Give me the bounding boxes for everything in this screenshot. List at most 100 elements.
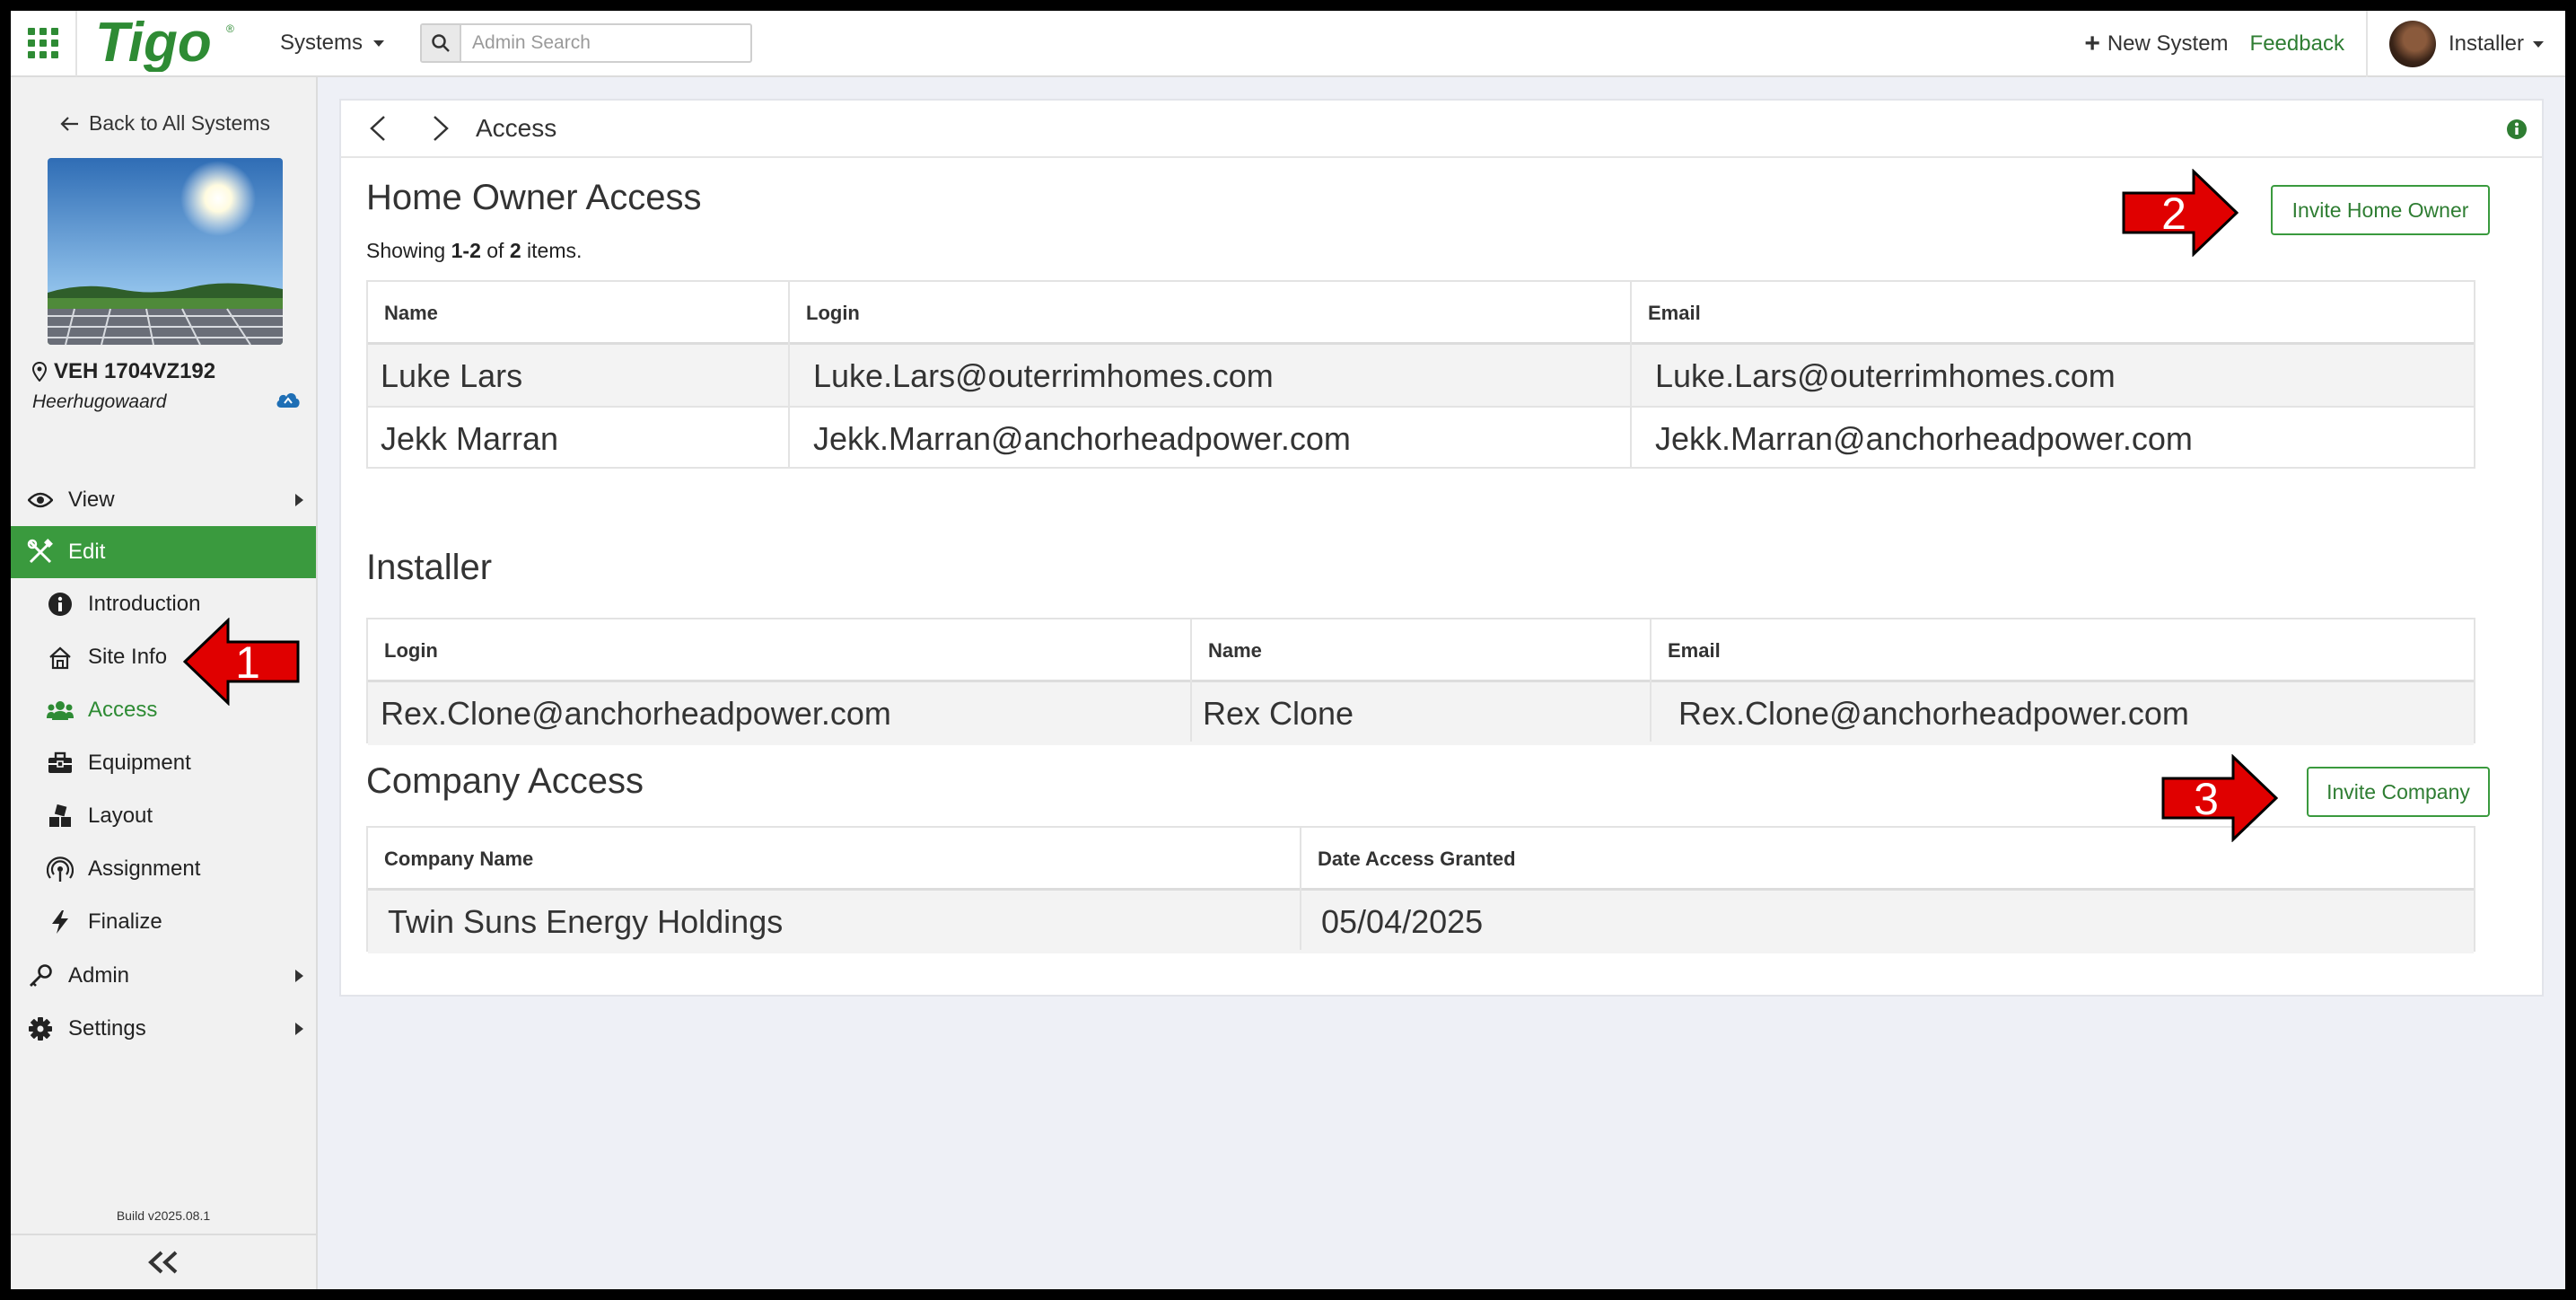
table-header: Company Name Date Access Granted: [368, 828, 2474, 891]
site-name-text: VEH 1704VZ192: [54, 359, 216, 383]
cell-login: Rex.Clone@anchorheadpower.com: [381, 695, 891, 732]
sidebar-item-label: Edit: [68, 540, 106, 564]
annotation-arrow-3: 3: [2161, 754, 2278, 842]
back-arrow-icon[interactable]: [364, 115, 391, 142]
showing-summary: Showing 1-2 of 2 items.: [366, 239, 582, 263]
sidebar-item-layout[interactable]: Layout: [11, 790, 316, 842]
sidebar-item-view[interactable]: View: [11, 474, 316, 526]
site-thumbnail: [48, 158, 283, 345]
column-header-name[interactable]: Name: [368, 282, 438, 345]
sidebar-item-settings[interactable]: Settings: [11, 1003, 316, 1055]
collapse-sidebar-button[interactable]: [11, 1234, 316, 1289]
tigo-logo[interactable]: Tigo ®: [92, 11, 244, 76]
cell-name: Jekk Marran: [381, 420, 559, 457]
column-header-company-name[interactable]: Company Name: [368, 828, 533, 891]
cell-login: Jekk.Marran@anchorheadpower.com: [813, 420, 1351, 457]
annotation-number: 2: [2161, 189, 2186, 239]
annotation-arrow-2: 2: [2122, 169, 2239, 257]
users-icon: [45, 695, 75, 725]
column-divider: [1630, 282, 1632, 467]
new-system-button[interactable]: + New System: [2084, 31, 2228, 57]
table-row[interactable]: Twin Suns Energy Holdings 05/04/2025: [368, 891, 2474, 953]
annotation-number: 3: [2194, 774, 2219, 824]
avatar: [2388, 21, 2436, 67]
chevron-right-icon: [295, 1023, 303, 1035]
svg-text:®: ®: [226, 22, 234, 35]
table-row[interactable]: Rex.Clone@anchorheadpower.com Rex Clone …: [368, 682, 2474, 745]
signal-icon: [45, 854, 75, 884]
new-system-label: New System: [2107, 31, 2229, 56]
sidebar-item-label: Site Info: [88, 645, 168, 669]
build-version: Build v2025.08.1: [116, 1208, 211, 1223]
cell-email: Luke.Lars@outerrimhomes.com: [1655, 357, 2116, 394]
back-label: Back to All Systems: [89, 111, 270, 135]
toolbox-icon: [45, 748, 75, 778]
search-icon[interactable]: [422, 25, 462, 61]
column-header-email[interactable]: Email: [1652, 619, 1721, 682]
table-row[interactable]: Jekk Marran Jekk.Marran@anchorheadpower.…: [368, 408, 2474, 470]
user-name: Installer: [2448, 31, 2524, 56]
column-header-login[interactable]: Login: [790, 282, 860, 345]
cell-date-granted: 05/04/2025: [1321, 903, 1484, 940]
column-divider: [788, 282, 790, 467]
sidebar-item-assignment[interactable]: Assignment: [11, 843, 316, 895]
cell-name: Luke Lars: [381, 357, 523, 394]
company-table: Company Name Date Access Granted Twin Su…: [366, 826, 2475, 953]
site-name: VEH 1704VZ192: [32, 359, 215, 384]
sidebar-item-equipment[interactable]: Equipment: [11, 737, 316, 789]
user-menu[interactable]: Installer: [2365, 11, 2565, 77]
systems-label: Systems: [280, 31, 364, 55]
cell-company-name: Twin Suns Energy Holdings: [388, 903, 784, 940]
panel-header: Access: [341, 101, 2542, 158]
column-divider: [1650, 619, 1652, 742]
sidebar-item-label: View: [68, 488, 115, 512]
arrow-left-icon: [60, 116, 78, 131]
table-header: Name Login Email: [368, 282, 2474, 345]
sidebar-item-admin[interactable]: Admin: [11, 950, 316, 1002]
info-circle-icon: [45, 589, 75, 619]
feedback-link[interactable]: Feedback: [2250, 31, 2344, 57]
showing-range: 1-2: [451, 239, 481, 262]
gear-icon: [25, 1014, 56, 1044]
column-divider: [1190, 619, 1192, 742]
tools-icon: [25, 537, 56, 567]
page-title: Access: [476, 114, 557, 142]
admin-search: [420, 23, 753, 63]
invite-company-button[interactable]: Invite Company: [2307, 767, 2490, 817]
apps-grid-icon[interactable]: [11, 11, 77, 76]
sidebar-item-label: Introduction: [88, 592, 201, 616]
admin-search-input[interactable]: [461, 25, 749, 61]
column-header-date-granted[interactable]: Date Access Granted: [1301, 828, 1516, 891]
sidebar-item-label: Admin: [68, 963, 130, 988]
top-bar: Tigo ® Systems + New System Feedback Ins…: [11, 11, 2565, 77]
sidebar-item-label: Access: [88, 698, 158, 722]
sidebar-item-label: Finalize: [88, 909, 162, 934]
table-header: Login Name Email: [368, 619, 2474, 682]
key-icon: [25, 961, 56, 991]
company-access-title: Company Access: [366, 761, 644, 801]
info-icon[interactable]: [2506, 119, 2528, 140]
plus-icon: +: [2084, 29, 2100, 58]
column-header-login[interactable]: Login: [368, 619, 438, 682]
showing-total: 2: [509, 239, 521, 262]
sidebar-item-edit[interactable]: Edit: [11, 526, 316, 578]
sidebar-item-finalize[interactable]: Finalize: [11, 896, 316, 948]
cell-email: Jekk.Marran@anchorheadpower.com: [1655, 420, 2193, 457]
site-city: Heerhugowaard: [32, 391, 167, 412]
cloud-sync-icon[interactable]: [275, 388, 302, 411]
systems-menu[interactable]: Systems: [280, 31, 385, 56]
invite-home-owner-button[interactable]: Invite Home Owner: [2271, 185, 2490, 235]
annotation-arrow-1: 1: [183, 618, 300, 706]
table-row[interactable]: Luke Lars Luke.Lars@outerrimhomes.com Lu…: [368, 345, 2474, 408]
column-header-name[interactable]: Name: [1192, 619, 1262, 682]
column-header-email[interactable]: Email: [1632, 282, 1701, 345]
map-pin-icon: [32, 362, 47, 382]
forward-arrow-icon[interactable]: [427, 115, 454, 142]
double-chevron-left-icon: [148, 1251, 178, 1274]
sidebar-item-label: Layout: [88, 804, 153, 828]
chevron-down-icon: [2533, 40, 2544, 48]
installer-title: Installer: [366, 548, 493, 587]
installer-table: Login Name Email Rex.Clone@anchorheadpow…: [366, 618, 2475, 745]
back-to-all-systems-link[interactable]: Back to All Systems: [60, 111, 270, 136]
chevron-right-icon: [295, 494, 303, 506]
